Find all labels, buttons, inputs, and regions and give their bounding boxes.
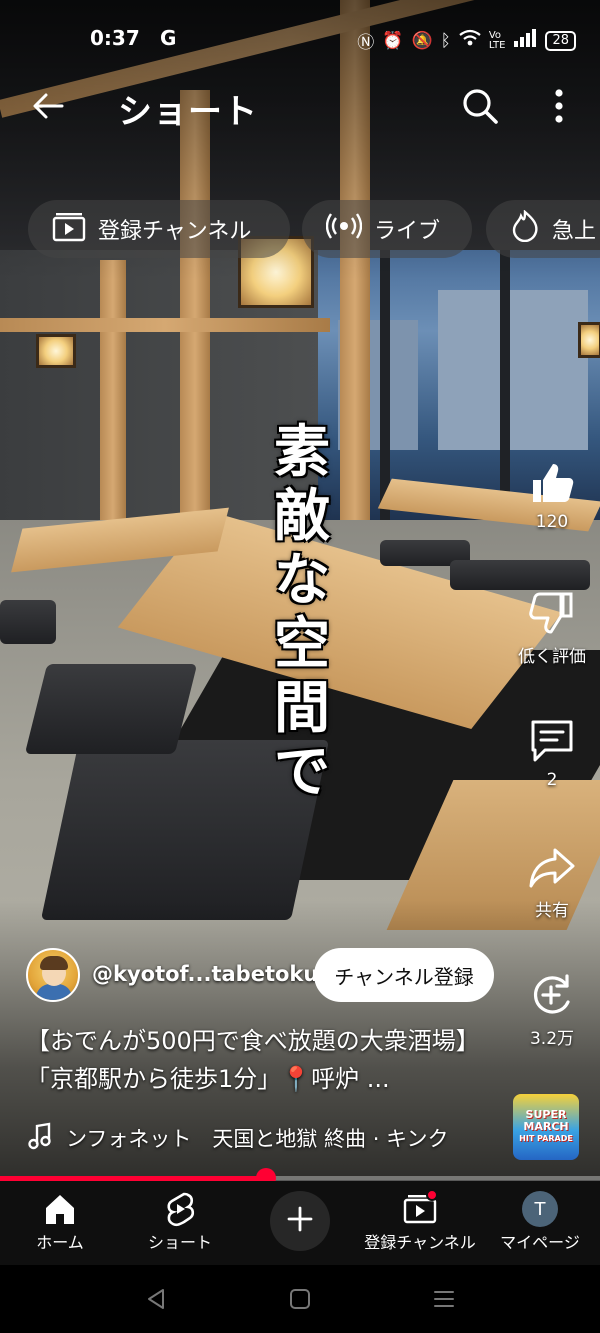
system-recents-icon[interactable]: [424, 1283, 464, 1315]
trending-icon: [510, 209, 552, 248]
nav-home[interactable]: ホーム: [0, 1189, 120, 1253]
dislike-label: 低く評価: [518, 647, 586, 667]
subscriptions-icon: [52, 209, 98, 249]
share-label: 共有: [535, 901, 569, 921]
more-vert-icon[interactable]: [544, 84, 574, 128]
nav-you[interactable]: T マイページ: [480, 1189, 600, 1253]
notification-dot: [426, 1189, 438, 1201]
volte-icon: Vo LTE: [488, 29, 506, 51]
page-title: ショート: [118, 92, 258, 132]
comment-icon: [527, 716, 577, 766]
status-time: 0:37: [90, 26, 140, 50]
share-button[interactable]: 共有: [504, 842, 600, 921]
system-back-icon[interactable]: [136, 1283, 176, 1315]
google-icon: G: [160, 26, 177, 50]
system-home-icon[interactable]: [280, 1283, 320, 1315]
system-nav-bar: [0, 1265, 600, 1333]
shorts-icon: [120, 1189, 240, 1229]
back-arrow-icon[interactable]: [28, 86, 68, 126]
thumbs-down-icon: [527, 588, 577, 638]
nfc-icon: Ⓝ: [357, 33, 375, 53]
create-button[interactable]: [270, 1191, 330, 1251]
search-icon[interactable]: [458, 84, 502, 128]
music-title: ンフォネット 天国と地獄 終曲 · キンク: [66, 1127, 449, 1151]
remix-button[interactable]: 3.2万: [504, 970, 600, 1049]
battery-icon: 28: [545, 30, 576, 51]
remix-icon: [527, 970, 577, 1020]
nav-subscriptions-label: 登録チャンネル: [364, 1233, 476, 1252]
channel-avatar[interactable]: [26, 948, 80, 1002]
share-icon: [527, 842, 577, 892]
app-header: ショート: [0, 80, 600, 136]
music-ticker[interactable]: ンフォネット 天国と地獄 終曲 · キンク: [28, 1122, 508, 1154]
bluetooth-icon: ᛒ: [440, 30, 451, 51]
nav-shorts-label: ショート: [147, 1233, 212, 1252]
signal-icon: [513, 29, 537, 52]
comment-count: 2: [546, 770, 558, 790]
nav-subscriptions[interactable]: 登録チャンネル: [360, 1189, 480, 1253]
user-avatar: T: [522, 1191, 558, 1227]
status-bar: 0:37 G Ⓝ ⏰ 🔕 ᛒ Vo LTE 28: [0, 26, 600, 56]
channel-handle[interactable]: @kyotof...tabetoku: [92, 962, 318, 986]
remix-count: 3.2万: [529, 1029, 575, 1049]
wifi-icon: [459, 29, 481, 52]
bottom-nav: ホーム ショート 登録チャンネル T マイページ: [0, 1181, 600, 1265]
chip-subscriptions[interactable]: 登録チャンネル: [28, 200, 290, 258]
scene-cushion: [24, 664, 198, 754]
music-thumbnail[interactable]: SUPER MARCH HIT PARADE: [513, 1094, 579, 1160]
live-icon: [325, 211, 374, 247]
scene-cushion: [450, 560, 590, 590]
dislike-button[interactable]: 低く評価: [504, 588, 600, 667]
comments-button[interactable]: 2: [504, 716, 600, 790]
nav-home-label: ホーム: [36, 1233, 84, 1252]
subscriptions-icon: [360, 1189, 480, 1229]
feed-filter-chips: 登録チャンネル ライブ 急上: [0, 200, 600, 258]
plus-icon: [286, 1205, 314, 1237]
alarm-icon: ⏰: [382, 30, 404, 51]
lantern-light: [578, 322, 600, 358]
chip-trending[interactable]: 急上: [486, 200, 600, 258]
video-caption: 素敵な空間で: [274, 419, 330, 805]
video-title[interactable]: 【おでんが500円で食べ放題の大衆酒場】「京都駅から徒歩1分」📍呼炉 ...: [26, 1022, 496, 1098]
nav-shorts[interactable]: ショート: [120, 1189, 240, 1253]
like-button[interactable]: 120: [504, 458, 600, 532]
lantern-light: [36, 334, 76, 368]
mute-icon: 🔕: [411, 30, 433, 51]
thumbs-up-icon: [527, 458, 577, 508]
chip-live[interactable]: ライブ: [302, 200, 472, 258]
scene-cushion: [0, 600, 56, 644]
subscribe-button[interactable]: チャンネル登録: [314, 948, 494, 1002]
like-count: 120: [535, 512, 569, 532]
music-note-icon: [28, 1122, 52, 1154]
home-icon: [0, 1189, 120, 1229]
nav-you-label: マイページ: [500, 1233, 580, 1252]
